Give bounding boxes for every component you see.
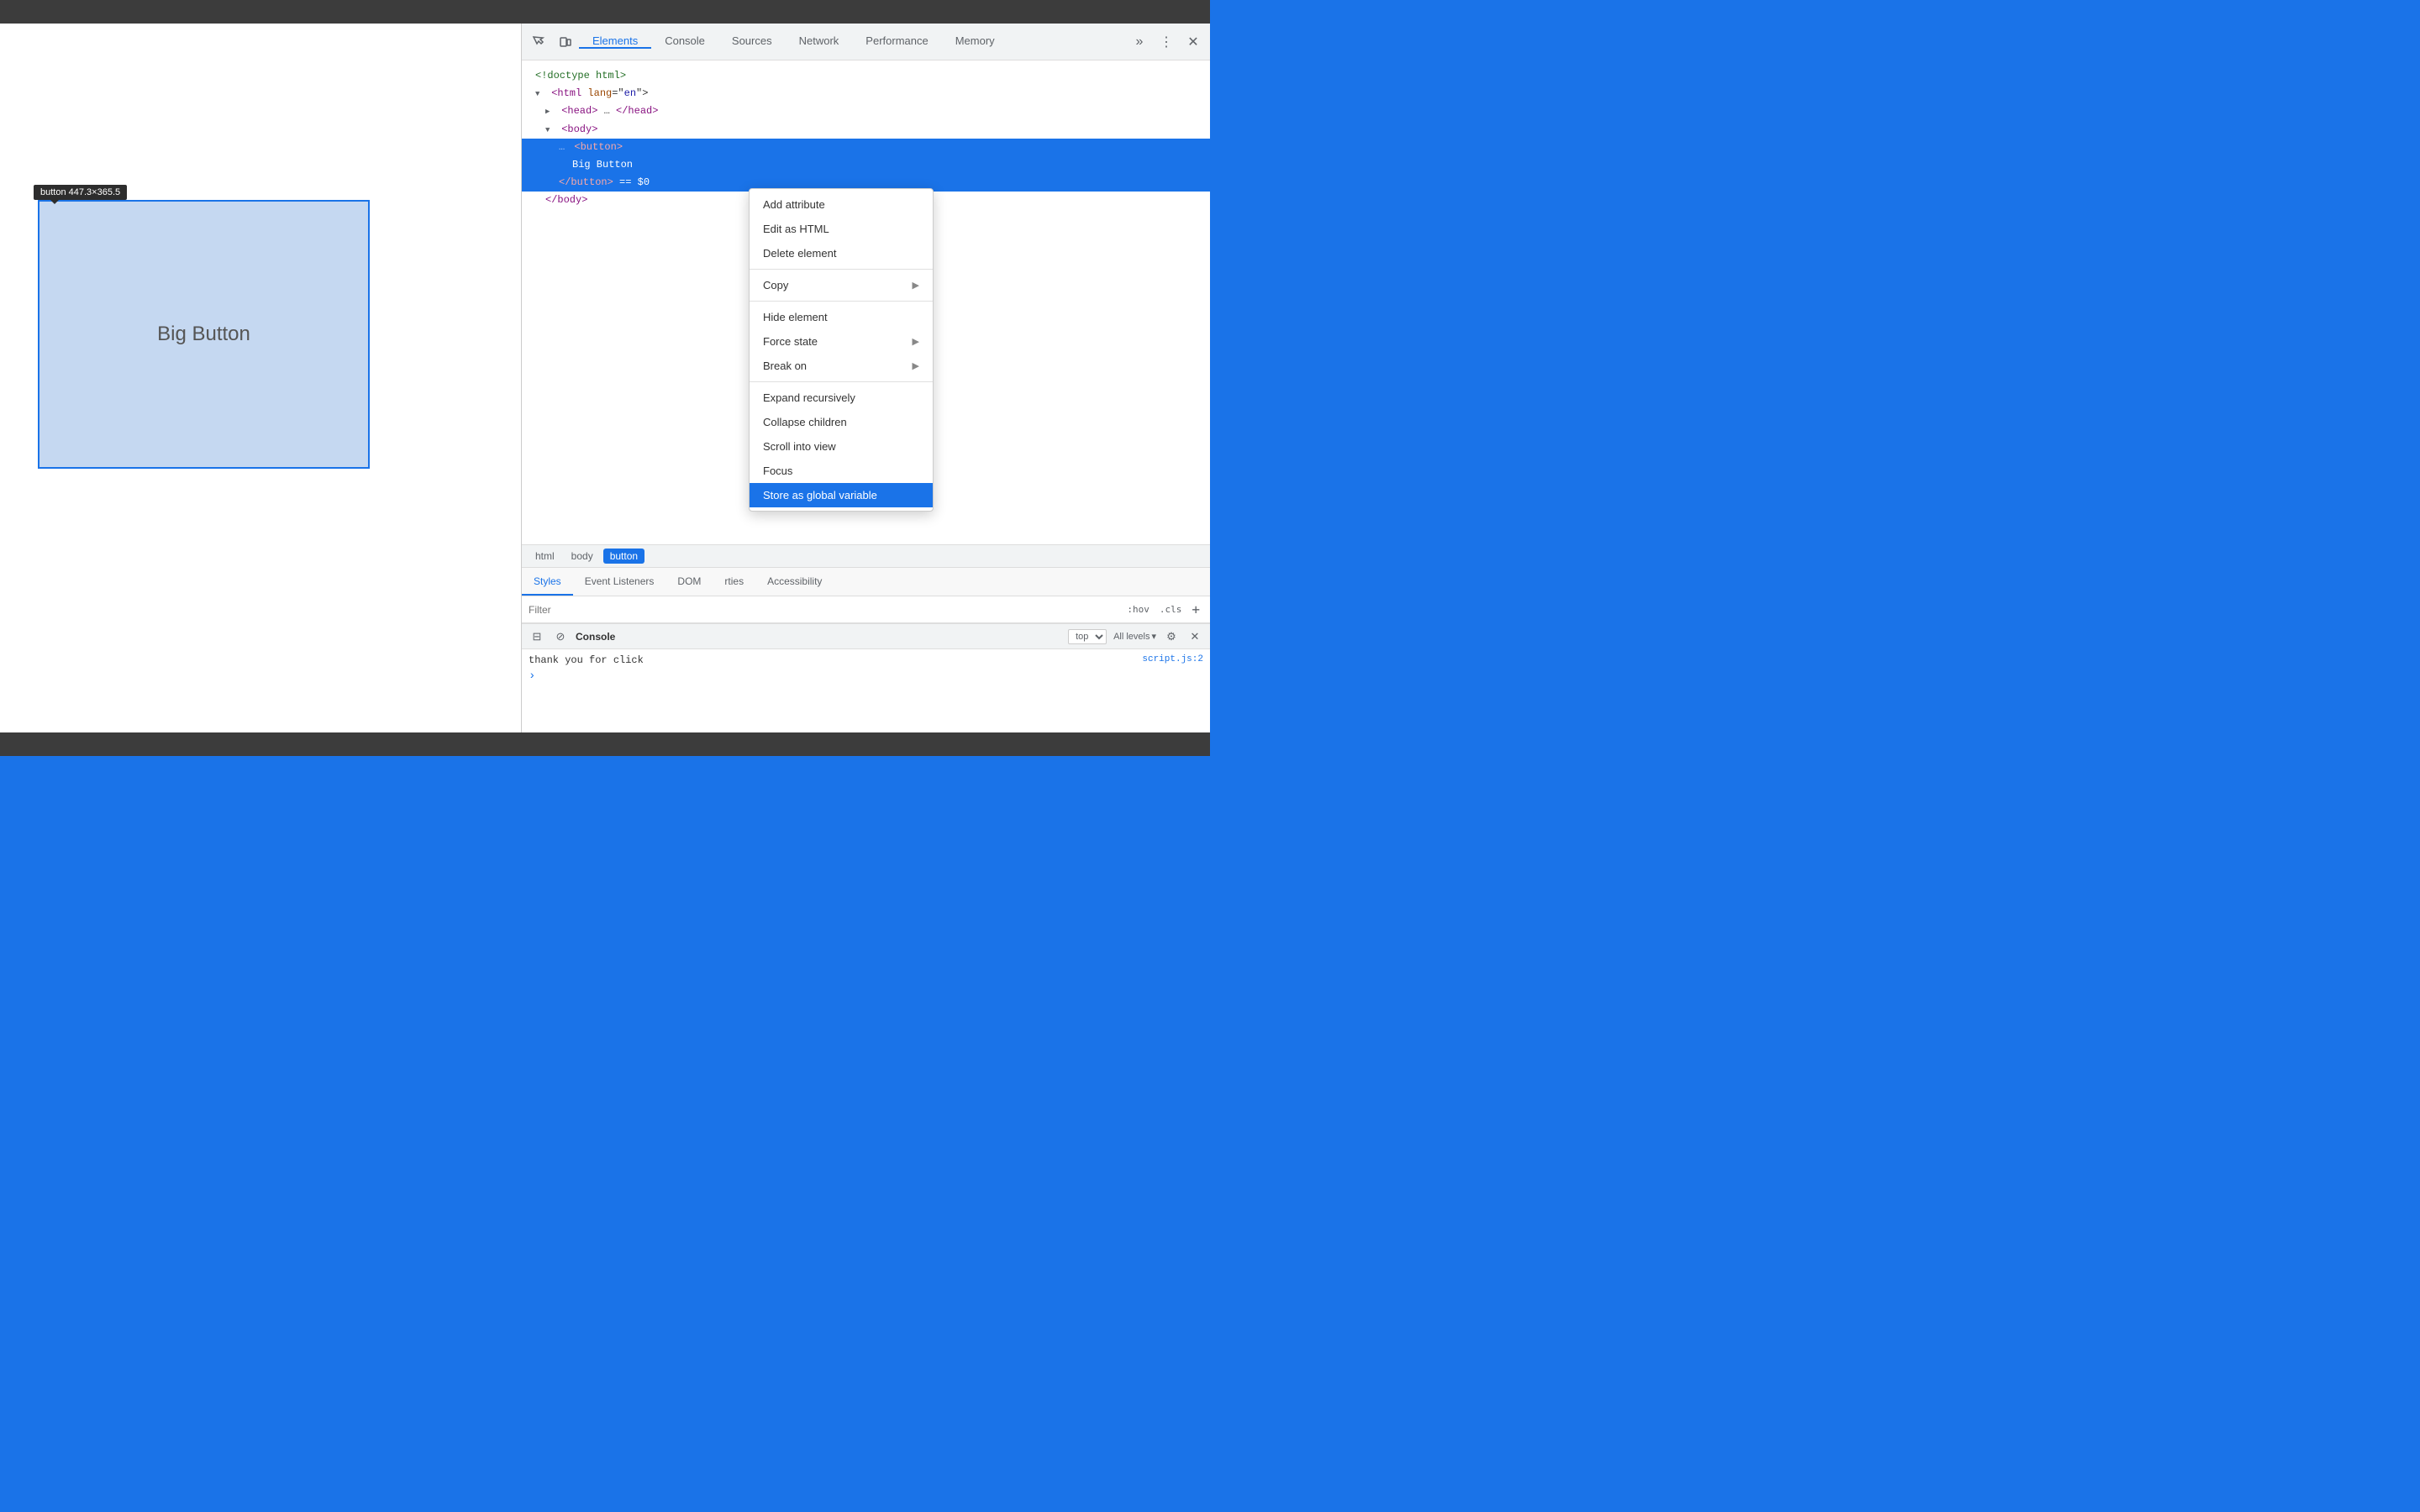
add-style-button[interactable]: + bbox=[1188, 600, 1203, 619]
more-tabs-button[interactable]: » bbox=[1126, 29, 1153, 55]
context-menu-delete-element[interactable]: Delete element bbox=[750, 241, 933, 265]
context-menu-focus[interactable]: Focus bbox=[750, 459, 933, 483]
devtools-toolbar: Elements Console Sources Network Perform… bbox=[522, 24, 1210, 60]
devtools-panel: Elements Console Sources Network Perform… bbox=[521, 24, 1210, 732]
tab-network[interactable]: Network bbox=[786, 34, 853, 49]
console-log-line: thank you for click script.js:2 bbox=[529, 653, 1203, 668]
console-clear-icon[interactable]: ⊘ bbox=[552, 628, 569, 645]
console-close-button[interactable]: ✕ bbox=[1186, 628, 1203, 645]
dom-button-text[interactable]: Big Button bbox=[522, 156, 1210, 174]
context-menu-separator-1 bbox=[750, 269, 933, 270]
filter-icons: :hov .cls + bbox=[1123, 600, 1203, 619]
sub-tab-accessibility[interactable]: Accessibility bbox=[755, 568, 834, 596]
big-button-label: Big Button bbox=[157, 323, 250, 346]
force-state-submenu-arrow: ▶ bbox=[913, 336, 919, 347]
breadcrumb-bar: html body button bbox=[522, 544, 1210, 568]
filter-bar: :hov .cls + bbox=[522, 596, 1210, 623]
context-menu-force-state[interactable]: Force state ▶ bbox=[750, 329, 933, 354]
context-menu-separator-2 bbox=[750, 301, 933, 302]
sub-tab-properties[interactable]: rties bbox=[713, 568, 755, 596]
console-settings-icon[interactable]: ⚙ bbox=[1163, 628, 1180, 645]
console-prompt-icon: › bbox=[529, 669, 535, 683]
break-on-submenu-arrow: ▶ bbox=[913, 360, 919, 371]
context-menu-edit-as-html[interactable]: Edit as HTML bbox=[750, 217, 933, 241]
sub-tab-event-listeners[interactable]: Event Listeners bbox=[573, 568, 666, 596]
console-context-select[interactable]: top bbox=[1068, 629, 1107, 644]
filter-input[interactable] bbox=[529, 604, 1123, 616]
console-label: Console bbox=[576, 631, 615, 643]
tab-console[interactable]: Console bbox=[651, 34, 718, 49]
console-prompt-line: › bbox=[529, 668, 1203, 685]
devtools-tabs: Elements Console Sources Network Perform… bbox=[579, 34, 1126, 49]
context-menu: Add attribute Edit as HTML Delete elemen… bbox=[749, 188, 934, 512]
context-menu-add-attribute[interactable]: Add attribute bbox=[750, 192, 933, 217]
close-devtools-button[interactable]: ✕ bbox=[1180, 29, 1207, 55]
tab-sources[interactable]: Sources bbox=[718, 34, 786, 49]
breadcrumb-html[interactable]: html bbox=[529, 549, 561, 564]
dom-button-open[interactable]: … <button> bbox=[522, 139, 1210, 156]
tooltip-text: button 447.3×365.5 bbox=[40, 187, 120, 197]
context-menu-store-as-global[interactable]: Store as global variable bbox=[750, 483, 933, 507]
dom-doctype[interactable]: <!doctype html> bbox=[522, 67, 1210, 85]
dom-html[interactable]: <html lang="en"> bbox=[522, 85, 1210, 102]
toolbar-right: » ⋮ ✕ bbox=[1126, 29, 1207, 55]
browser-top-bar bbox=[0, 0, 1210, 24]
button-tooltip: button 447.3×365.5 bbox=[34, 185, 127, 200]
console-content: thank you for click script.js:2 › bbox=[522, 649, 1210, 732]
breadcrumb-body[interactable]: body bbox=[565, 549, 600, 564]
context-menu-expand-recursively[interactable]: Expand recursively bbox=[750, 386, 933, 410]
console-source[interactable]: script.js:2 bbox=[1142, 654, 1203, 664]
console-log-text: thank you for click bbox=[529, 654, 644, 666]
tab-performance[interactable]: Performance bbox=[852, 34, 941, 49]
big-button-area[interactable]: Big Button bbox=[38, 200, 370, 469]
console-area: ⊟ ⊘ Console top All levels ▾ ⚙ ✕ thank y… bbox=[522, 623, 1210, 732]
cls-button[interactable]: .cls bbox=[1156, 602, 1186, 617]
customize-devtools-button[interactable]: ⋮ bbox=[1153, 29, 1180, 55]
console-expand-icon[interactable]: ⊟ bbox=[529, 628, 545, 645]
dom-body-open[interactable]: <body> bbox=[522, 121, 1210, 139]
browser-shell: button 447.3×365.5 Big Button bbox=[0, 0, 1210, 756]
console-toolbar: ⊟ ⊘ Console top All levels ▾ ⚙ ✕ bbox=[522, 624, 1210, 649]
context-menu-separator-3 bbox=[750, 381, 933, 382]
inspect-element-icon[interactable] bbox=[525, 29, 552, 55]
sub-tabs: Styles Event Listeners DOM rties Accessi… bbox=[522, 568, 1210, 596]
copy-submenu-arrow: ▶ bbox=[913, 280, 919, 291]
context-menu-scroll-into-view[interactable]: Scroll into view bbox=[750, 434, 933, 459]
device-toolbar-icon[interactable] bbox=[552, 29, 579, 55]
context-menu-break-on[interactable]: Break on ▶ bbox=[750, 354, 933, 378]
context-menu-collapse-children[interactable]: Collapse children bbox=[750, 410, 933, 434]
dom-head[interactable]: <head> … </head> bbox=[522, 102, 1210, 120]
tab-memory[interactable]: Memory bbox=[942, 34, 1008, 49]
breadcrumb-button[interactable]: button bbox=[603, 549, 644, 564]
browser-bottom-bar bbox=[0, 732, 1210, 756]
sub-tab-styles[interactable]: Styles bbox=[522, 568, 573, 596]
context-menu-hide-element[interactable]: Hide element bbox=[750, 305, 933, 329]
context-menu-copy[interactable]: Copy ▶ bbox=[750, 273, 933, 297]
console-levels-button[interactable]: All levels ▾ bbox=[1113, 631, 1156, 642]
sub-tab-dom[interactable]: DOM bbox=[666, 568, 713, 596]
hov-button[interactable]: :hov bbox=[1123, 602, 1153, 617]
tab-elements[interactable]: Elements bbox=[579, 34, 651, 49]
